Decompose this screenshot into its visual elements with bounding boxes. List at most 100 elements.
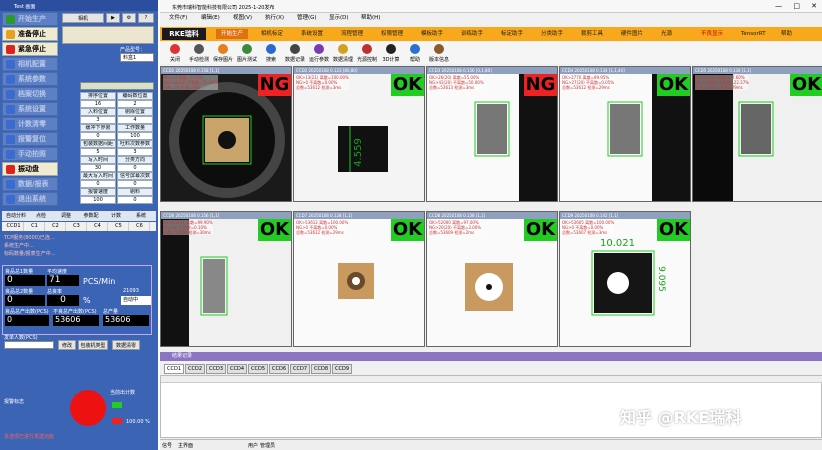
nav-item-7[interactable]: 标定助手: [496, 29, 528, 39]
menu-item-5[interactable]: 显示(D): [324, 13, 354, 23]
menu-item-6[interactable]: 帮助(H): [356, 13, 385, 23]
tab-0[interactable]: 自动分料: [4, 211, 28, 221]
tab-4[interactable]: 计数: [104, 211, 128, 221]
sidebar-button-1[interactable]: 准备停止: [2, 27, 58, 41]
tool-5[interactable]: 数据记录: [284, 44, 306, 63]
ccd-tab-1[interactable]: C1: [25, 222, 45, 231]
packing-type-button[interactable]: 包装机类型: [78, 340, 108, 350]
nav-item-12[interactable]: 不良显示: [696, 29, 728, 39]
param-value[interactable]: 30: [80, 164, 116, 172]
nav-item-3[interactable]: 流程管理: [336, 29, 368, 39]
tool-0[interactable]: 关闭: [164, 44, 186, 63]
product-select[interactable]: 料盒1: [120, 53, 154, 62]
sidebar-button-5[interactable]: 档案切换: [2, 87, 58, 101]
menu-item-0[interactable]: 文件(F): [164, 13, 192, 23]
sidebar-button-4[interactable]: 系统参数: [2, 72, 58, 86]
nav-item-5[interactable]: 模板助手: [416, 29, 448, 39]
nav-item-8[interactable]: 分类助手: [536, 29, 568, 39]
log-tab-1[interactable]: CCD2: [185, 364, 205, 374]
sidebar-button-7[interactable]: 计数清零: [2, 117, 58, 131]
menu-item-4[interactable]: 管理(G): [292, 13, 322, 23]
menu-item-1[interactable]: 编辑(E): [196, 13, 225, 23]
param-value[interactable]: 3: [117, 148, 153, 156]
sidebar-button-10[interactable]: 振动盘: [2, 162, 58, 176]
ccd-tab-2[interactable]: C2: [46, 222, 66, 231]
param-value[interactable]: 0: [117, 164, 153, 172]
log-tab-0[interactable]: CCD1: [164, 364, 184, 374]
ccd-tab-5[interactable]: C5: [109, 222, 129, 231]
nav-item-0[interactable]: 开始生产: [216, 29, 249, 39]
param-value[interactable]: 4: [117, 116, 153, 124]
tool-1[interactable]: 手动检测: [188, 44, 210, 63]
nav-item-10[interactable]: 硬件图片: [616, 29, 648, 39]
param-value[interactable]: 0: [80, 180, 116, 188]
nav-item-13[interactable]: TensorRT: [736, 29, 771, 39]
camera-config-button[interactable]: 相机: [62, 13, 104, 23]
nav-item-6[interactable]: 训练助手: [456, 29, 488, 39]
tool-9[interactable]: 3D计算: [380, 44, 402, 63]
param-value[interactable]: 16: [80, 100, 116, 108]
param-value[interactable]: 100: [80, 196, 116, 204]
log-tab-3[interactable]: CCD4: [227, 364, 247, 374]
sidebar-button-11[interactable]: 数据/报表: [2, 177, 58, 191]
param-value[interactable]: 5: [80, 148, 116, 156]
param-value[interactable]: 0: [80, 132, 116, 140]
param-value[interactable]: 3: [80, 116, 116, 124]
camera-view-7[interactable]: CCD7 20250108 0.128 [1,1] OK>53612 离散=100…: [293, 211, 425, 347]
tool-7[interactable]: 数据清理: [332, 44, 354, 63]
tab-5[interactable]: 系统: [129, 211, 153, 221]
ai-button[interactable]: ?: [138, 13, 154, 23]
camera-view-5[interactable]: CCD5 20250108 0.134 [1,1] OK>43617 离散=77.…: [692, 66, 822, 202]
param-value[interactable]: 2: [117, 100, 153, 108]
mode-select[interactable]: 自动中: [121, 296, 151, 305]
camera-view-4[interactable]: CCD4 20250108 0.134 [1,1,44] OK>2770 离散=9…: [559, 66, 691, 202]
modify-button[interactable]: 修改: [58, 340, 76, 350]
camera-view-2[interactable]: CCD2 20250108 0.123 [80,80] OK>13(21) 离散=…: [293, 66, 425, 202]
sidebar-button-8[interactable]: 报警复位: [2, 132, 58, 146]
menu-item-2[interactable]: 视图(V): [228, 13, 257, 23]
tool-3[interactable]: 图片测试: [236, 44, 258, 63]
nav-item-2[interactable]: 系统设置: [296, 29, 328, 39]
nav-item-11[interactable]: 光源: [656, 29, 677, 39]
camera-view-9[interactable]: CCD9 20250108 0.142 [1,1] OK>53605 离散=100…: [559, 211, 691, 347]
param-value[interactable]: 100: [117, 132, 153, 140]
tab-2[interactable]: 调整: [54, 211, 78, 221]
minimize-icon[interactable]: —: [775, 2, 782, 10]
person-count-input[interactable]: [4, 341, 54, 349]
sidebar-button-12[interactable]: 退出系统: [2, 192, 58, 206]
tool-10[interactable]: 帮助: [404, 44, 426, 63]
sidebar-button-3[interactable]: 相机配置: [2, 57, 58, 71]
maximize-icon[interactable]: □: [793, 2, 800, 10]
log-tab-4[interactable]: CCD5: [248, 364, 268, 374]
camera-view-6[interactable]: CCD6 20250108 0.156 [1,1] OK>53527 离散=99.…: [160, 211, 292, 347]
tab-3[interactable]: 参数配: [79, 211, 103, 221]
ccd-tab-4[interactable]: C4: [88, 222, 108, 231]
camera-view-3[interactable]: CCD3 20250108 0.156 [0,1,80] OK>26(20) 离散…: [426, 66, 558, 202]
log-tab-5[interactable]: CCD6: [269, 364, 289, 374]
sidebar-button-2[interactable]: 紧急停止: [2, 42, 58, 56]
camera-view-1[interactable]: CCD1 20250108 0.158 [1,1] NG>13 离散=0.00% N…: [160, 66, 292, 202]
nav-item-9[interactable]: 裁剪工具: [576, 29, 608, 39]
param-value[interactable]: 0: [117, 180, 153, 188]
close-icon[interactable]: ✕: [811, 2, 817, 10]
nav-item-1[interactable]: 相机标定: [256, 29, 288, 39]
ccd-tab-6[interactable]: C6: [130, 222, 150, 231]
tool-2[interactable]: 保存图片: [212, 44, 234, 63]
tool-11[interactable]: 版本信息: [428, 44, 450, 63]
param-value[interactable]: 0: [117, 196, 153, 204]
sidebar-button-0[interactable]: 开始生产: [2, 12, 58, 26]
sidebar-button-6[interactable]: 系统设置: [2, 102, 58, 116]
ccd-tab-3[interactable]: C3: [67, 222, 87, 231]
nav-item-4[interactable]: 权限管理: [376, 29, 408, 39]
sidebar-button-9[interactable]: 手动拍照: [2, 147, 58, 161]
log-tab-2[interactable]: CCD3: [206, 364, 226, 374]
params-button[interactable]: ▶: [106, 13, 120, 23]
log-tab-7[interactable]: CCD8: [311, 364, 331, 374]
config-button[interactable]: ⚙: [122, 13, 136, 23]
tab-1[interactable]: 点检: [29, 211, 53, 221]
menu-item-3[interactable]: 执行(X): [260, 13, 289, 23]
tool-4[interactable]: 搜索: [260, 44, 282, 63]
camera-view-8[interactable]: CCD8 20250108 0.138 [1,1] OK>52000 离散=97.…: [426, 211, 558, 347]
ccd-tab-0[interactable]: CCD1: [4, 222, 24, 231]
nav-item-14[interactable]: 帮助: [776, 29, 797, 39]
